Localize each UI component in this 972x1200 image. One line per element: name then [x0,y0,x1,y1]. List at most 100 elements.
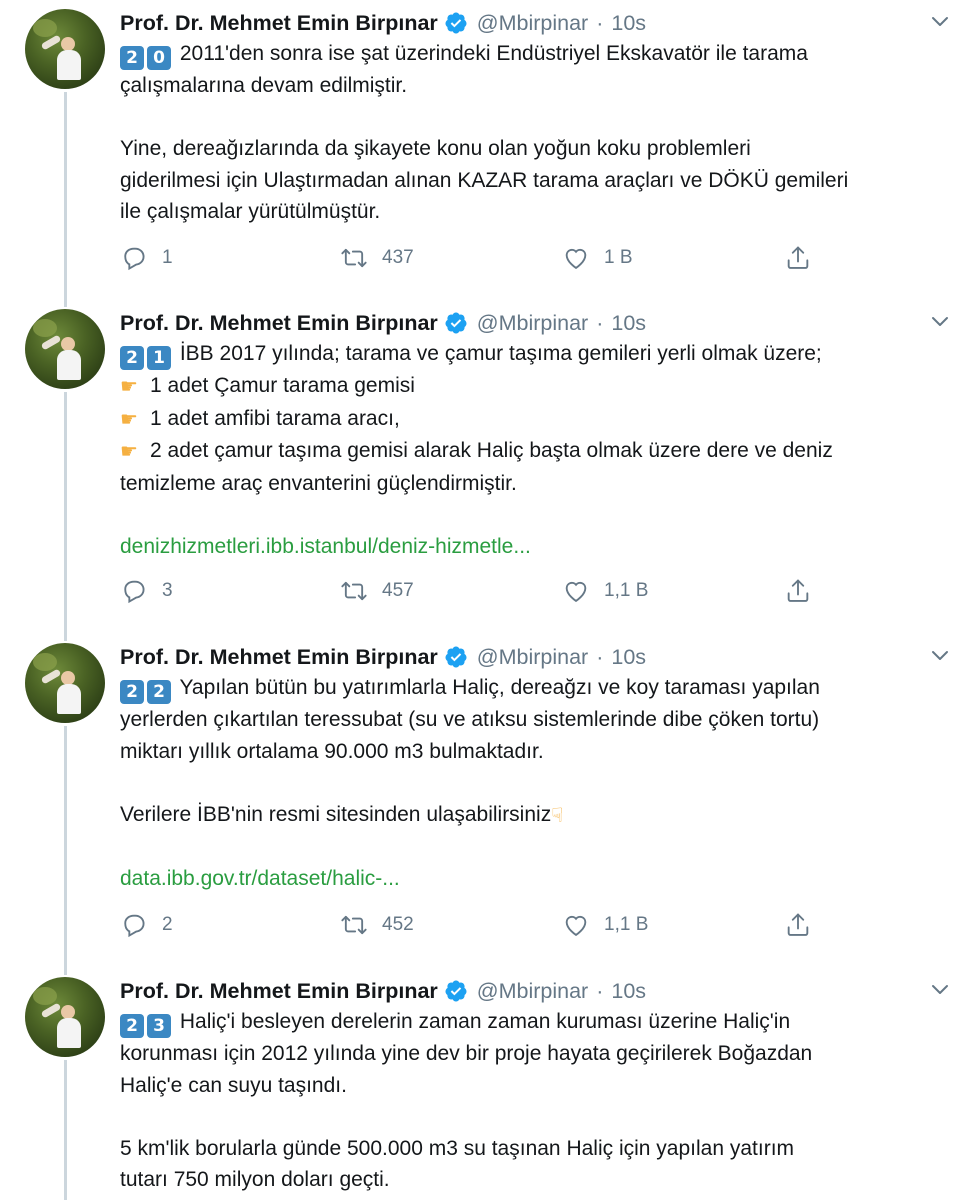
tweet-header: Prof. Dr. Mehmet Emin Birpınar @Mbirpina… [120,8,646,38]
text-line: Yapılan bütün bu yatırımlarla Haliç, der… [179,676,820,699]
timestamp[interactable]: 10s [611,311,646,336]
text-line: yerlerden çıkartılan teressubat (su ve a… [120,708,820,731]
retweet-icon [341,581,367,601]
keycap-digit: 2 [120,346,144,370]
retweet-count: 452 [382,914,414,935]
share-button[interactable] [784,243,812,273]
separator-dot: · [596,10,604,35]
like-count: 1,1 B [604,914,649,935]
reply-button[interactable]: 2 [120,910,173,940]
text-line: korunması için 2012 yılında yine dev bir… [120,1042,813,1065]
retweet-icon [341,915,367,935]
tweet[interactable]: Prof. Dr. Mehmet Emin Birpınar @Mbirpina… [0,300,972,634]
heart-icon [565,916,587,937]
retweet-button[interactable]: 457 [340,576,414,606]
author-name[interactable]: Prof. Dr. Mehmet Emin Birpınar [120,979,438,1004]
avatar[interactable] [25,643,105,723]
text-line: miktarı yıllık ortalama 90.000 m3 bulmak… [120,739,544,763]
text-line: 1 adet Çamur tarama gemisi [150,374,415,397]
verified-badge-icon [445,646,467,668]
reply-count: 2 [162,914,173,935]
text-line: temizleme araç envanterini güçlendirmişt… [120,471,517,495]
verified-badge-icon [445,12,467,34]
text-line: çalışmalarına devam edilmiştir. [120,74,408,97]
text-line: 2 adet çamur taşıma gemisi alarak Haliç … [150,439,833,462]
reply-button[interactable]: 3 [120,576,173,606]
retweet-button[interactable]: 452 [340,910,414,940]
like-button[interactable]: 1 B [562,243,633,273]
verified-badge-icon [445,980,467,1002]
pointing-right-hand-icon: ☛ [120,439,138,463]
reply-icon [124,580,145,604]
share-icon [787,246,809,269]
tweet-header: Prof. Dr. Mehmet Emin Birpınar @Mbirpina… [120,976,646,1006]
chevron-down-icon[interactable] [930,312,950,332]
tweet-actions: 1 437 1 B [120,243,820,273]
like-button[interactable]: 1,1 B [562,576,648,606]
heart-icon [565,249,587,270]
share-button[interactable] [784,576,812,606]
text-line: Yine, dereağızlarında da şikayete konu o… [120,137,751,160]
author-handle[interactable]: @Mbirpinar [477,11,588,36]
text-line: İBB 2017 yılında; tarama ve çamur taşıma… [179,342,822,365]
text-line: Haliç'i besleyen derelerin zaman zaman k… [179,1010,791,1033]
keycap-digit: 2 [120,680,144,704]
reply-icon [124,914,145,938]
author-name[interactable]: Prof. Dr. Mehmet Emin Birpınar [120,11,438,36]
tweet-actions: 3 457 1,1 B [120,576,820,606]
text-line: ile çalışmalar yürütülmüştür. [120,200,381,223]
tweet-text: 21 İBB 2017 yılında; tarama ve çamur taş… [120,338,950,562]
reply-count: 1 [162,247,173,268]
timestamp[interactable]: 10s [611,979,646,1004]
text-line: tutarı 750 milyon doları geçti. [120,1168,390,1191]
tweet-text: 20 2011'den sonra ise şat üzerindeki End… [120,38,950,228]
text-line: Haliç'e can suyu taşındı. [120,1073,347,1097]
author-name[interactable]: Prof. Dr. Mehmet Emin Birpınar [120,311,438,336]
keycap-digit: 2 [120,1014,144,1038]
text-line: 2011'den sonra ise şat üzerindeki Endüst… [179,42,808,65]
tweet-text: 23 Haliç'i besleyen derelerin zaman zama… [120,1006,950,1196]
timestamp[interactable]: 10s [611,645,646,670]
pointing-down-hand-icon: ☟ [551,802,564,827]
reply-icon [124,247,145,271]
separator-dot: · [596,310,604,335]
like-count: 1 B [604,247,633,268]
retweet-icon [341,248,367,268]
text-line: Verilere İBB'nin resmi sitesinden ulaşab… [120,802,552,826]
retweet-button[interactable]: 437 [340,243,414,273]
tweet[interactable]: Prof. Dr. Mehmet Emin Birpınar @Mbirpina… [0,0,972,300]
author-handle[interactable]: @Mbirpinar [477,311,588,336]
pointing-right-hand-icon: ☛ [120,374,138,398]
tweet-link[interactable]: data.ibb.gov.tr/dataset/halic-... [120,867,400,890]
tweet-link[interactable]: denizhizmetleri.ibb.istanbul/deniz-hizme… [120,535,531,558]
share-button[interactable] [784,910,812,940]
tweet-actions: 2 452 1,1 B [120,910,820,940]
author-handle[interactable]: @Mbirpinar [477,645,588,670]
avatar[interactable] [25,977,105,1057]
author-name[interactable]: Prof. Dr. Mehmet Emin Birpınar [120,645,438,670]
avatar[interactable] [25,9,105,89]
keycap-digit: 1 [147,346,171,370]
author-handle[interactable]: @Mbirpinar [477,979,588,1004]
verified-badge-icon [445,312,467,334]
tweet[interactable]: Prof. Dr. Mehmet Emin Birpınar @Mbirpina… [0,968,972,1200]
chevron-down-icon[interactable] [930,12,950,32]
keycap-digit: 0 [147,46,171,70]
chevron-down-icon[interactable] [930,980,950,1000]
like-count: 1,1 B [604,580,649,601]
text-line: 1 adet amfibi tarama aracı, [150,406,400,430]
tweet-header: Prof. Dr. Mehmet Emin Birpınar @Mbirpina… [120,308,646,338]
share-icon [787,579,809,602]
tweet[interactable]: Prof. Dr. Mehmet Emin Birpınar @Mbirpina… [0,634,972,968]
timestamp[interactable]: 10s [611,11,646,36]
chevron-down-icon[interactable] [930,646,950,666]
tweet-text: 22 Yapılan bütün bu yatırımlarla Haliç, … [120,672,950,894]
avatar[interactable] [25,309,105,389]
text-line: giderilmesi için Ulaştırmadan alınan KAZ… [120,168,849,192]
tweet-header: Prof. Dr. Mehmet Emin Birpınar @Mbirpina… [120,642,646,672]
reply-count: 3 [162,580,173,601]
share-icon [787,913,809,936]
like-button[interactable]: 1,1 B [562,910,648,940]
retweet-count: 437 [382,247,414,268]
reply-button[interactable]: 1 [120,243,173,273]
